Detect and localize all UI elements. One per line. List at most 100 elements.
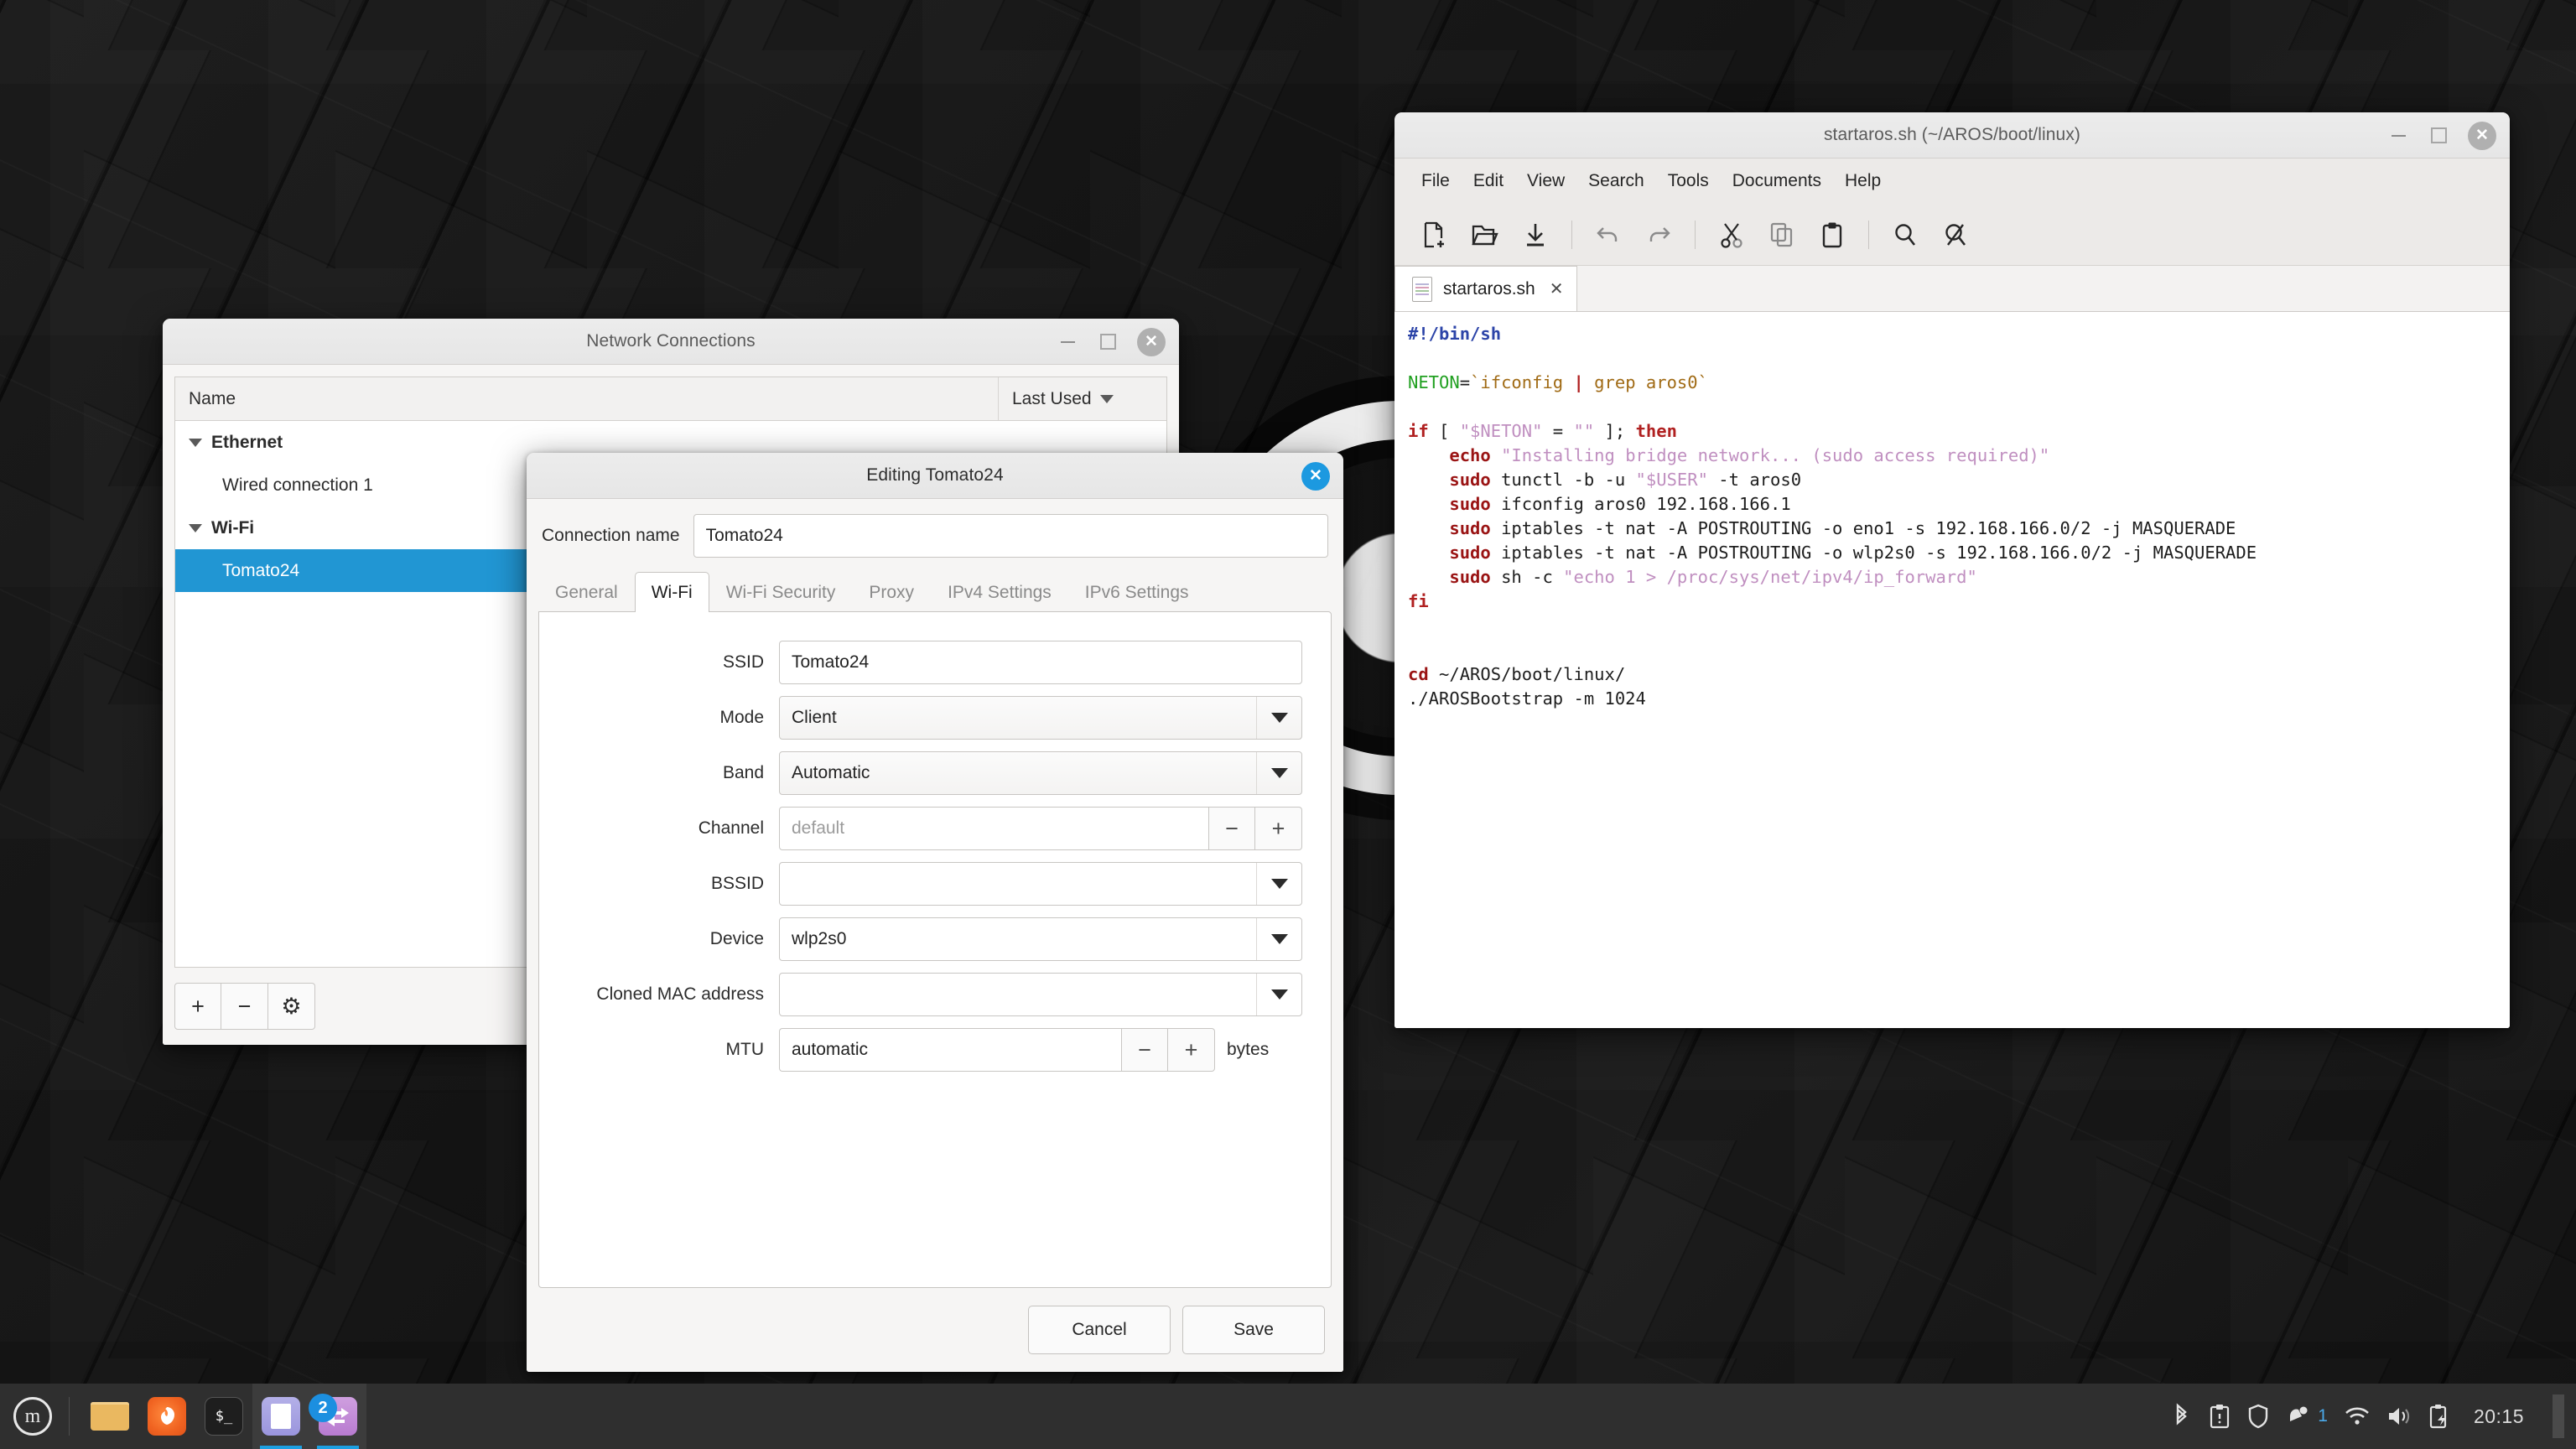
text-editor-window[interactable]: startaros.sh (~/AROS/boot/linux) ✕ File …: [1394, 112, 2510, 1028]
expander-icon[interactable]: [189, 438, 202, 447]
battery-charging-icon[interactable]: [2428, 1404, 2450, 1429]
mtu-increment-button[interactable]: +: [1168, 1028, 1215, 1072]
cut-icon[interactable]: [1706, 211, 1757, 258]
code-token: "Installing bridge network... (sudo acce…: [1501, 445, 2050, 465]
network-window-buttons: ✕: [1057, 319, 1166, 365]
menu-documents[interactable]: Documents: [1721, 166, 1833, 196]
edit-connection-dialog[interactable]: Editing Tomato24 ✕ Connection name Tomat…: [527, 453, 1343, 1372]
tab-general[interactable]: General: [538, 572, 635, 612]
code-token: tunctl -b -u: [1490, 470, 1636, 490]
launcher-firefox[interactable]: [138, 1384, 195, 1449]
notifications-bell-icon[interactable]: [2286, 1405, 2309, 1428]
mtu-stepper[interactable]: automatic − +: [779, 1028, 1215, 1072]
connection-name-row: Connection name Tomato24: [527, 499, 1343, 569]
editor-toolbar: [1394, 204, 2510, 266]
mode-select[interactable]: Client: [779, 696, 1302, 740]
minimize-button[interactable]: [2387, 125, 2409, 147]
expander-icon[interactable]: [189, 523, 202, 532]
close-button[interactable]: ✕: [1137, 327, 1166, 356]
cloned-mac-combo[interactable]: [779, 973, 1302, 1016]
active-window-indicator: [317, 1446, 359, 1449]
close-button[interactable]: ✕: [2468, 121, 2496, 150]
maximize-button[interactable]: [1097, 331, 1119, 353]
close-tab-icon[interactable]: ✕: [1550, 278, 1564, 299]
menu-file[interactable]: File: [1410, 166, 1462, 196]
open-folder-icon[interactable]: [1460, 211, 1510, 258]
taskbar-window-xed[interactable]: [252, 1384, 309, 1449]
remove-connection-button[interactable]: −: [221, 983, 268, 1030]
clock[interactable]: 20:15: [2474, 1405, 2524, 1428]
new-document-icon[interactable]: [1410, 211, 1460, 258]
taskbar-left: m $_ 2: [0, 1384, 366, 1449]
save-button[interactable]: Save: [1182, 1306, 1325, 1354]
bluetooth-icon[interactable]: [2170, 1403, 2192, 1430]
channel-label: Channel: [698, 818, 764, 838]
cancel-button[interactable]: Cancel: [1028, 1306, 1171, 1354]
maximize-button[interactable]: [2428, 125, 2449, 147]
dialog-close-button[interactable]: ✕: [1301, 461, 1330, 491]
editor-tab-label: startaros.sh: [1443, 278, 1535, 299]
tab-proxy[interactable]: Proxy: [852, 572, 931, 612]
show-desktop-button[interactable]: [2553, 1394, 2564, 1438]
band-select[interactable]: Automatic: [779, 751, 1302, 795]
mode-value: Client: [792, 708, 837, 727]
dialog-titlebar[interactable]: Editing Tomato24 ✕: [527, 453, 1343, 499]
editor-titlebar[interactable]: startaros.sh (~/AROS/boot/linux) ✕: [1394, 112, 2510, 158]
paste-icon[interactable]: [1807, 211, 1857, 258]
mtu-input[interactable]: automatic: [779, 1028, 1121, 1072]
column-header-last-used[interactable]: Last Used: [999, 377, 1166, 420]
launcher-terminal[interactable]: $_: [195, 1384, 252, 1449]
update-shield-icon[interactable]: [2247, 1404, 2269, 1429]
network-window-titlebar[interactable]: Network Connections ✕: [163, 319, 1179, 365]
channel-input[interactable]: default: [779, 807, 1208, 850]
ssid-input[interactable]: Tomato24: [779, 641, 1302, 684]
ssid-label: SSID: [722, 652, 764, 672]
code-token: "echo 1 > /proc/sys/net/ipv4/ip_forward": [1563, 567, 1977, 587]
find-replace-icon[interactable]: [1930, 211, 1981, 258]
code-line: echo "Installing bridge network... (sudo…: [1408, 444, 2496, 468]
menu-edit[interactable]: Edit: [1462, 166, 1515, 196]
launcher-files[interactable]: [81, 1384, 138, 1449]
field-row-mtu: MTU automatic − + bytes: [539, 1028, 1302, 1072]
clipboard-icon[interactable]: [2209, 1404, 2231, 1429]
minimize-button[interactable]: [1057, 331, 1078, 353]
undo-icon[interactable]: [1583, 211, 1633, 258]
editor-tab-startaros[interactable]: startaros.sh ✕: [1394, 266, 1578, 311]
channel-stepper[interactable]: default − +: [779, 807, 1302, 850]
redo-icon[interactable]: [1633, 211, 1684, 258]
bssid-combo[interactable]: [779, 862, 1302, 906]
add-connection-button[interactable]: +: [174, 983, 221, 1030]
code-editor-area[interactable]: #!/bin/sh NETON=`ifconfig | grep aros0` …: [1394, 312, 2510, 1028]
list-group-label: Ethernet: [211, 432, 283, 452]
save-icon[interactable]: [1510, 211, 1561, 258]
menu-search[interactable]: Search: [1576, 166, 1656, 196]
document-icon: [1412, 276, 1432, 302]
copy-icon[interactable]: [1757, 211, 1807, 258]
channel-decrement-button[interactable]: −: [1208, 807, 1255, 850]
mtu-decrement-button[interactable]: −: [1121, 1028, 1168, 1072]
edit-connection-button[interactable]: ⚙: [268, 983, 315, 1030]
tab-ipv4-settings[interactable]: IPv4 Settings: [931, 572, 1068, 612]
tab-wifi-security[interactable]: Wi-Fi Security: [709, 572, 853, 612]
taskbar-window-network[interactable]: 2: [309, 1384, 366, 1449]
menu-tools[interactable]: Tools: [1656, 166, 1721, 196]
volume-icon[interactable]: [2386, 1405, 2412, 1427]
menu-view[interactable]: View: [1515, 166, 1576, 196]
column-header-name[interactable]: Name: [175, 377, 999, 420]
wifi-icon[interactable]: [2345, 1406, 2370, 1426]
channel-increment-button[interactable]: +: [1255, 807, 1302, 850]
find-icon[interactable]: [1880, 211, 1930, 258]
code-token: =: [1542, 421, 1574, 441]
tab-ipv6-settings[interactable]: IPv6 Settings: [1068, 572, 1206, 612]
chevron-down-icon: [1256, 974, 1301, 1015]
menu-button[interactable]: m: [0, 1384, 65, 1449]
code-token: "$NETON": [1459, 421, 1543, 441]
code-token: then: [1635, 421, 1677, 441]
tab-wifi[interactable]: Wi-Fi: [634, 572, 709, 612]
device-combo[interactable]: wlp2s0: [779, 917, 1302, 961]
menu-help[interactable]: Help: [1833, 166, 1893, 196]
connection-name-input[interactable]: Tomato24: [693, 514, 1328, 558]
